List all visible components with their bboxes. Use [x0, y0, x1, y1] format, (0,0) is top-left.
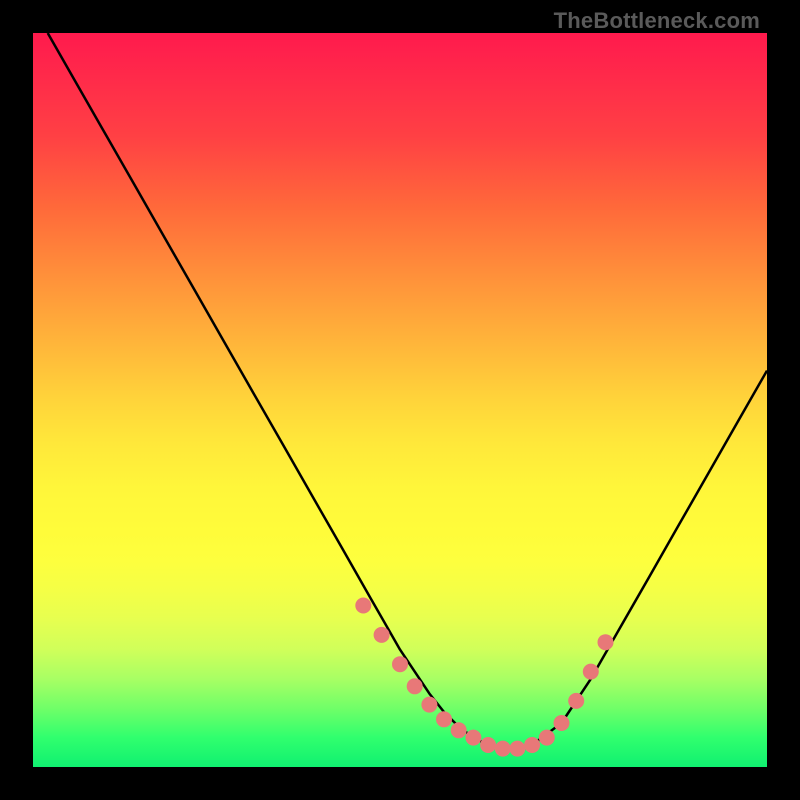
- scatter-point: [583, 664, 599, 680]
- chart-overlay: [0, 0, 800, 800]
- scatter-point: [524, 737, 540, 753]
- scatter-point: [392, 656, 408, 672]
- scatter-point: [355, 598, 371, 614]
- bottleneck-curve: [48, 33, 767, 749]
- scatter-point: [480, 737, 496, 753]
- scatter-point: [509, 741, 525, 757]
- scatter-point: [568, 693, 584, 709]
- bottleneck-curve-path: [48, 33, 767, 749]
- scatter-point: [465, 730, 481, 746]
- scatter-point: [407, 678, 423, 694]
- scatter-point: [451, 722, 467, 738]
- scatter-point: [374, 627, 390, 643]
- scatter-point: [436, 711, 452, 727]
- scatter-point: [554, 715, 570, 731]
- scatter-point: [539, 730, 555, 746]
- scatter-point: [421, 697, 437, 713]
- scatter-points: [355, 598, 613, 757]
- chart-container: TheBottleneck.com: [0, 0, 800, 800]
- scatter-point: [495, 741, 511, 757]
- watermark-text: TheBottleneck.com: [554, 8, 760, 34]
- scatter-point: [598, 634, 614, 650]
